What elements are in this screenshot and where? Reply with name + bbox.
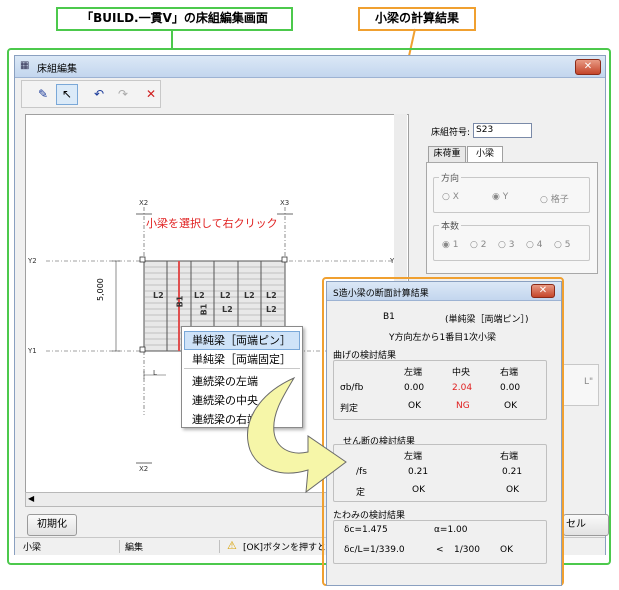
curved-arrow-icon bbox=[247, 376, 347, 494]
